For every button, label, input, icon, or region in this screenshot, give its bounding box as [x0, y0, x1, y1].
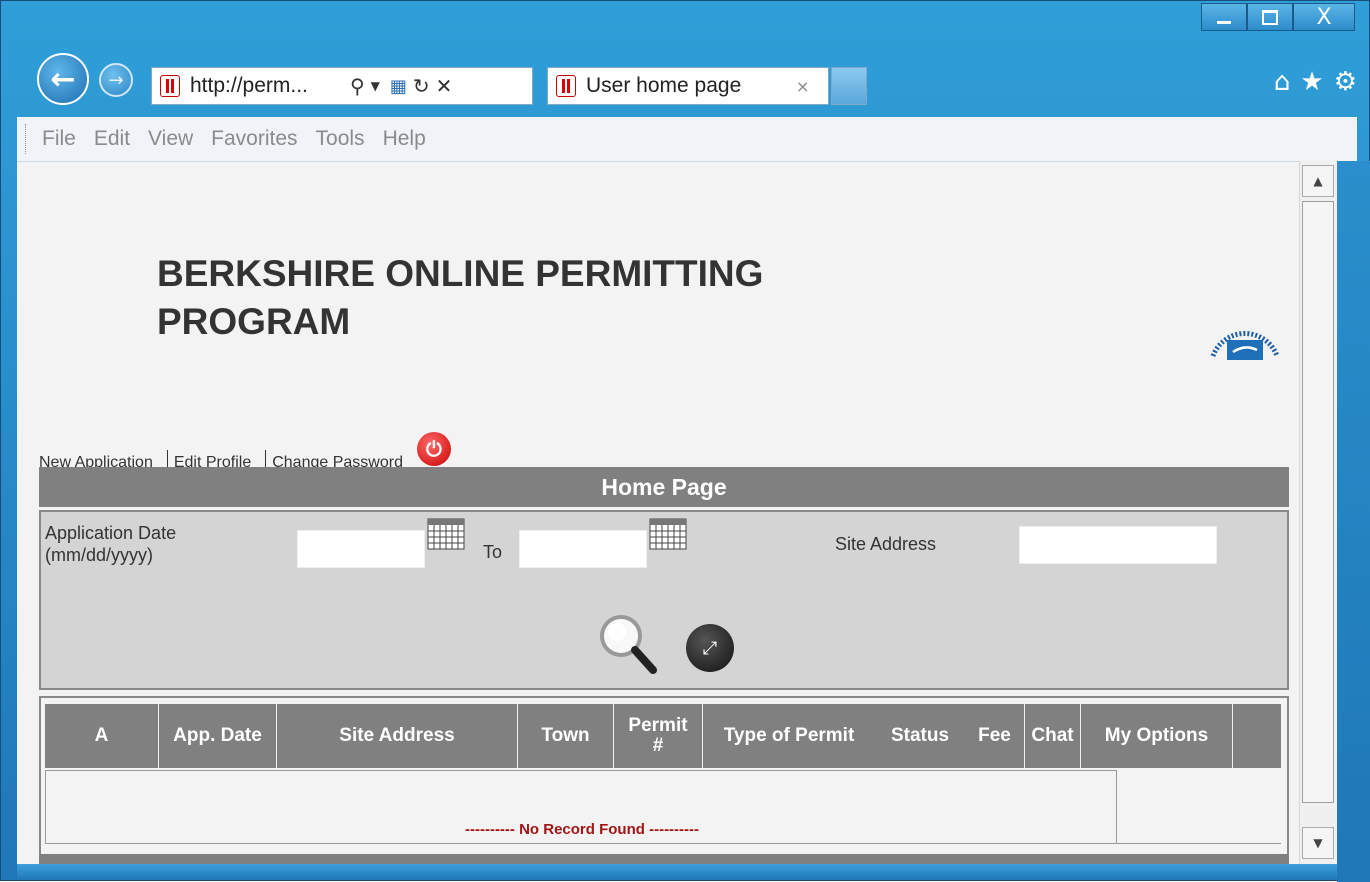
- tab-title: User home page: [586, 74, 742, 97]
- minimize-button[interactable]: [1201, 3, 1247, 31]
- address-bar[interactable]: http://perm... ⚲ ▼ ▦ ↻ ✕: [151, 67, 533, 105]
- col-permit-number[interactable]: Permit #: [614, 704, 703, 768]
- maximize-icon: [1262, 9, 1278, 25]
- site-address-input[interactable]: [1019, 526, 1217, 564]
- search-panel: Application Date (mm/dd/yyyy) To Site Ad…: [39, 510, 1289, 690]
- nav-links: New Application Edit Profile Change Pass…: [39, 432, 451, 472]
- back-arrow-icon: ←: [50, 61, 76, 97]
- site-address-label: Site Address: [835, 534, 937, 554]
- new-tab-button[interactable]: [831, 67, 867, 105]
- back-button[interactable]: ←: [37, 53, 89, 105]
- to-label: To: [483, 542, 503, 562]
- col-chat[interactable]: Chat: [1025, 704, 1081, 768]
- search-button-icon[interactable]: [595, 612, 661, 678]
- page-title: BERKSHIRE ONLINE PERMITTING PROGRAM: [157, 250, 957, 346]
- menu-favorites[interactable]: Favorites: [211, 127, 297, 151]
- col-town[interactable]: Town: [518, 704, 614, 768]
- page-title-line-1: BERKSHIRE ONLINE PERMITTING: [157, 253, 764, 294]
- browser-window: X ← → http://perm... ⚲ ▼ ▦ ↻ ✕ User home…: [0, 0, 1370, 882]
- menu-bar: File Edit View Favorites Tools Help: [17, 117, 1357, 162]
- menu-help[interactable]: Help: [383, 127, 426, 151]
- col-fee[interactable]: Fee: [965, 704, 1025, 768]
- col-type-of-permit[interactable]: Type of Permit: [703, 704, 875, 768]
- table-row-options-cell: [1117, 770, 1281, 844]
- section-header: Home Page: [39, 467, 1289, 507]
- menu-grip: [25, 124, 30, 154]
- logout-power-icon[interactable]: ⏻: [416, 432, 451, 466]
- page-viewport: BERKSHIRE ONLINE PERMITTING PROGRAM New …: [17, 161, 1299, 865]
- application-date-label: Application Date (mm/dd/yyyy): [45, 522, 176, 566]
- application-date-label-line1: Application Date: [45, 523, 177, 543]
- close-icon: X: [1316, 4, 1332, 30]
- forward-button[interactable]: →: [99, 63, 133, 97]
- table-row-empty: ---------- No Record Found ----------: [45, 770, 1117, 844]
- close-window-button[interactable]: X: [1293, 3, 1355, 31]
- menu-view[interactable]: View: [148, 127, 193, 151]
- favorites-star-icon[interactable]: ★: [1300, 67, 1323, 97]
- site-favicon-icon: [160, 75, 180, 97]
- calendar-from-icon[interactable]: [427, 518, 465, 550]
- stop-icon[interactable]: ✕: [436, 74, 453, 98]
- compat-icon[interactable]: ▦: [390, 76, 407, 97]
- page-title-line-2: PROGRAM: [157, 301, 351, 342]
- col-status[interactable]: Status: [875, 704, 965, 768]
- scroll-down-icon[interactable]: ▼: [1302, 827, 1334, 859]
- window-frame-right: [1337, 161, 1370, 882]
- date-to-input[interactable]: [519, 530, 647, 568]
- col-site-address[interactable]: Site Address: [277, 704, 518, 768]
- col-a[interactable]: A: [45, 704, 159, 768]
- expand-reset-icon[interactable]: ⤢: [686, 624, 734, 672]
- url-text[interactable]: http://perm...: [190, 74, 340, 98]
- tab-favicon-icon: [556, 75, 576, 97]
- menu-file[interactable]: File: [42, 127, 76, 151]
- tab-close-icon[interactable]: ×: [796, 77, 809, 96]
- menu-tools[interactable]: Tools: [316, 127, 365, 151]
- table-header: A App. Date Site Address Town Permit # T…: [45, 704, 1281, 768]
- maximize-button[interactable]: [1247, 3, 1293, 31]
- toolbar-right: ⌂ ★ ⚙: [1274, 67, 1357, 97]
- window-controls: X: [1201, 3, 1355, 31]
- scroll-thumb[interactable]: [1302, 201, 1334, 803]
- minimize-icon: [1217, 20, 1231, 24]
- calendar-to-icon[interactable]: [649, 518, 687, 550]
- col-app-date[interactable]: App. Date: [159, 704, 277, 768]
- window-frame-bottom: [17, 864, 1337, 880]
- scroll-up-icon[interactable]: ▲: [1302, 165, 1334, 197]
- dropdown-icon[interactable]: ▼: [371, 79, 380, 93]
- search-icon[interactable]: ⚲: [350, 74, 365, 98]
- date-from-input[interactable]: [297, 530, 425, 568]
- browser-tab[interactable]: User home page ×: [547, 67, 829, 105]
- refresh-icon[interactable]: ↻: [413, 74, 430, 98]
- home-icon[interactable]: ⌂: [1274, 67, 1291, 97]
- forward-arrow-icon: →: [108, 69, 124, 91]
- results-table: A App. Date Site Address Town Permit # T…: [39, 696, 1289, 864]
- vertical-scrollbar[interactable]: ▲ ▼: [1299, 161, 1337, 864]
- col-my-options[interactable]: My Options: [1081, 704, 1233, 768]
- settings-gear-icon[interactable]: ⚙: [1334, 67, 1357, 97]
- no-record-message: ---------- No Record Found ----------: [464, 821, 700, 838]
- application-date-label-line2: (mm/dd/yyyy): [45, 545, 153, 565]
- company-logo: [1210, 330, 1280, 360]
- menu-edit[interactable]: Edit: [94, 127, 130, 151]
